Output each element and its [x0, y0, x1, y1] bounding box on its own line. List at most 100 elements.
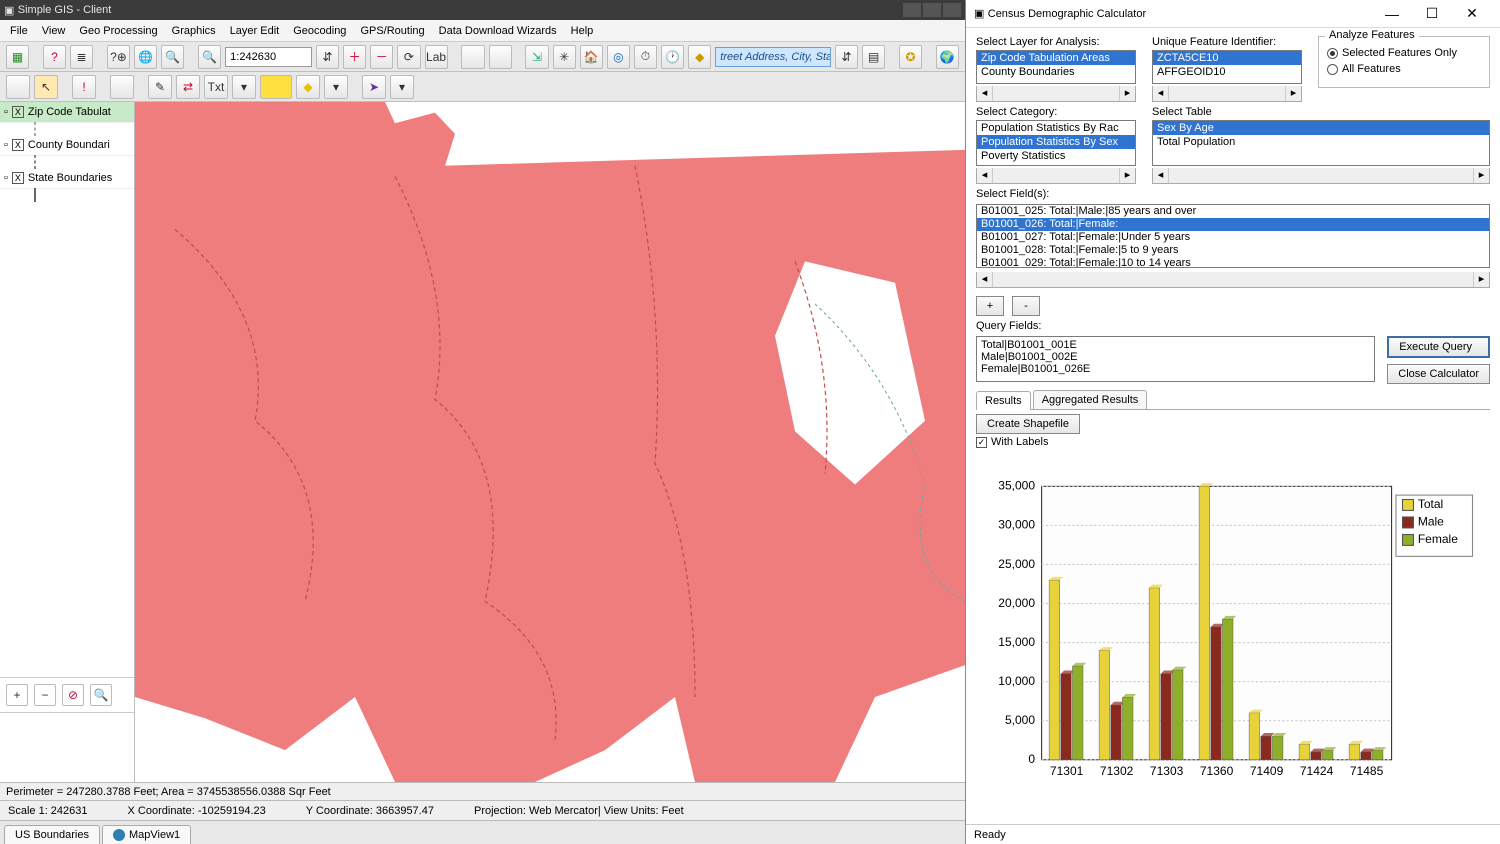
target-icon[interactable]: ◎ [607, 45, 630, 69]
hscrollbar[interactable]: ◂▸ [1152, 86, 1302, 102]
globe-zoom-icon[interactable]: 🌐 [134, 45, 157, 69]
layers-icon[interactable]: ▤ [862, 45, 885, 69]
highlight-icon[interactable] [260, 75, 292, 99]
hscrollbar[interactable]: ◂▸ [1152, 168, 1490, 184]
add-layer-icon[interactable]: ▦ [6, 45, 29, 69]
tab-us-boundaries[interactable]: US Boundaries [4, 825, 100, 844]
dropdown-2[interactable]: ▾ [324, 75, 348, 99]
menu-view[interactable]: View [42, 25, 66, 37]
zoom-out-icon[interactable]: － [370, 45, 393, 69]
pointer-purple-icon[interactable]: ➤ [362, 75, 386, 99]
layer-checkbox[interactable]: X [12, 172, 24, 184]
list-item[interactable]: B01001_029: Total:|Female:|10 to 14 year… [977, 257, 1489, 268]
layer-add-icon[interactable]: + [6, 684, 28, 706]
remove-field-button[interactable]: - [1012, 296, 1040, 316]
select-arrow-icon[interactable]: ↖ [34, 75, 58, 99]
menu-help[interactable]: Help [571, 25, 594, 37]
add-field-button[interactable]: + [976, 296, 1004, 316]
layer-checkbox[interactable]: X [12, 139, 24, 151]
table-list[interactable]: Sex By Age Total Population [1152, 120, 1490, 166]
gis-titlebar[interactable]: ▣ Simple GIS - Client [0, 0, 965, 20]
list-item[interactable]: County Boundaries [977, 65, 1135, 79]
menu-graphics[interactable]: Graphics [172, 25, 216, 37]
create-shapefile-button[interactable]: Create Shapefile [976, 414, 1080, 434]
expand-icon[interactable]: ▫ [4, 139, 8, 151]
uid-list[interactable]: ZCTA5CE10 AFFGEOID10 [1152, 50, 1302, 84]
globe-blue-icon[interactable]: 🌍 [936, 45, 959, 69]
menu-geocoding[interactable]: Geocoding [293, 25, 346, 37]
menu-gpsrouting[interactable]: GPS/Routing [360, 25, 424, 37]
address-stepper[interactable]: ⇵ [835, 45, 858, 69]
query-fields-textarea[interactable]: Total|B01001_001E Male|B01001_002E Femal… [976, 336, 1375, 382]
hscrollbar[interactable]: ◂▸ [976, 168, 1136, 184]
list-icon[interactable]: ≣ [70, 45, 93, 69]
layer-zoom-icon[interactable]: 🔍 [90, 684, 112, 706]
zoom-in-icon[interactable]: ＋ [343, 45, 366, 69]
map-canvas[interactable] [135, 102, 965, 782]
list-item[interactable]: Population Statistics By Sex [977, 135, 1135, 149]
execute-query-button[interactable]: Execute Query [1387, 336, 1490, 358]
zoom-icon[interactable]: 🔍 [161, 45, 184, 69]
hscrollbar[interactable]: ◂▸ [976, 272, 1490, 288]
export-icon[interactable]: ⇲ [525, 45, 548, 69]
minimize-button[interactable] [903, 3, 921, 17]
tab-results[interactable]: Results [976, 391, 1031, 410]
wand-icon[interactable]: ✎ [148, 75, 172, 99]
blank-tool-4[interactable] [110, 75, 134, 99]
refresh-icon[interactable]: ⟳ [397, 45, 420, 69]
blank-tool-2[interactable] [489, 45, 512, 69]
zoom-extent-icon[interactable]: 🔍 [198, 45, 221, 69]
list-item[interactable]: B01001_026: Total:|Female: [977, 218, 1489, 231]
list-item[interactable]: Poverty Statistics [977, 149, 1135, 163]
close-button[interactable] [943, 3, 961, 17]
pin-icon[interactable]: ✪ [899, 45, 922, 69]
list-item[interactable]: B01001_025: Total:|Male:|85 years and ov… [977, 205, 1489, 218]
clock-icon[interactable]: 🕐 [661, 45, 684, 69]
list-item[interactable]: Total Population [1153, 135, 1489, 149]
minimize-button[interactable]: — [1372, 6, 1412, 22]
label-icon[interactable]: Lab [425, 45, 448, 69]
menu-file[interactable]: File [10, 25, 28, 37]
list-item[interactable]: B01001_028: Total:|Female:|5 to 9 years [977, 244, 1489, 257]
stopwatch-icon[interactable]: ⏱ [634, 45, 657, 69]
expand-icon[interactable]: ▫ [4, 106, 8, 118]
blank-tool-3[interactable] [6, 75, 30, 99]
list-item[interactable]: Zip Code Tabulation Areas [977, 51, 1135, 65]
dropdown-3[interactable]: ▾ [390, 75, 414, 99]
layer-delete-icon[interactable]: ⊘ [62, 684, 84, 706]
scale-input[interactable]: 1: 242630 [225, 47, 312, 67]
maximize-button[interactable]: ☐ [1412, 5, 1452, 22]
layer-remove-icon[interactable]: − [34, 684, 56, 706]
alert-icon[interactable]: ! [72, 75, 96, 99]
scale-stepper[interactable]: ⇵ [316, 45, 339, 69]
menu-geoprocessing[interactable]: Geo Processing [79, 25, 157, 37]
home-icon[interactable]: 🏠 [580, 45, 603, 69]
blank-tool-1[interactable] [461, 45, 484, 69]
list-item[interactable]: AFFGEOID10 [1153, 65, 1301, 79]
layer-row-zip[interactable]: ▫ X Zip Code Tabulat [0, 102, 134, 123]
text-tool-icon[interactable]: Txt [204, 75, 228, 99]
maximize-button[interactable] [923, 3, 941, 17]
layer-checkbox[interactable]: X [12, 106, 24, 118]
tab-aggregated[interactable]: Aggregated Results [1033, 390, 1148, 409]
hscrollbar[interactable]: ◂▸ [976, 86, 1136, 102]
dropdown-1[interactable]: ▾ [232, 75, 256, 99]
layer-row-state[interactable]: ▫ X State Boundaries [0, 168, 134, 189]
list-item[interactable]: Sex By Age [1153, 121, 1489, 135]
satellite-icon[interactable]: ✳ [553, 45, 576, 69]
list-item[interactable]: ZCTA5CE10 [1153, 51, 1301, 65]
address-input[interactable]: treet Address, City, State [715, 47, 831, 67]
category-list[interactable]: Population Statistics By Rac Population … [976, 120, 1136, 166]
question-icon[interactable]: ? [43, 45, 66, 69]
arrows-icon[interactable]: ⇄ [176, 75, 200, 99]
list-item[interactable]: B01001_027: Total:|Female:|Under 5 years [977, 231, 1489, 244]
fields-list[interactable]: B01001_025: Total:|Male:|85 years and ov… [976, 204, 1490, 268]
close-calculator-button[interactable]: Close Calculator [1387, 364, 1490, 384]
menu-layeredit[interactable]: Layer Edit [230, 25, 280, 37]
census-titlebar[interactable]: ▣ Census Demographic Calculator — ☐ ✕ [966, 0, 1500, 28]
select-layer-list[interactable]: Zip Code Tabulation Areas County Boundar… [976, 50, 1136, 84]
with-labels-checkbox[interactable]: ✓With Labels [976, 436, 1490, 448]
expand-icon[interactable]: ▫ [4, 172, 8, 184]
tab-mapview1[interactable]: MapView1 [102, 825, 191, 844]
house-diamond-icon[interactable]: ◆ [688, 45, 711, 69]
